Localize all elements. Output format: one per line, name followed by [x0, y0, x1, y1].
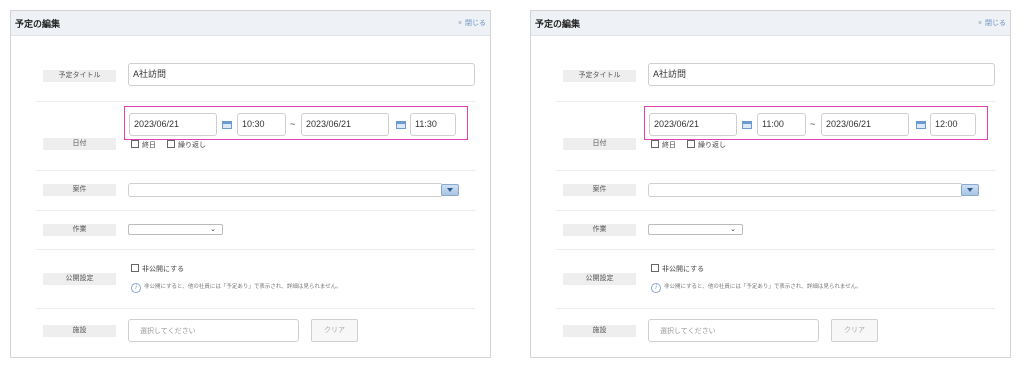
chevron-down-icon: ⌄: [210, 226, 216, 233]
repeat-checkbox[interactable]: 繰り返し: [687, 140, 726, 150]
form-row-project: 案件: [36, 170, 475, 211]
facility-label: 施設: [563, 325, 636, 337]
private-note-text: 非公開にすると、他の社員には「予定あり」で表示され、詳細は見られません。: [664, 284, 862, 290]
close-icon: ×: [977, 20, 982, 27]
clear-button[interactable]: クリア: [311, 319, 358, 342]
title-label: 予定タイトル: [563, 70, 636, 82]
repeat-label: 繰り返し: [178, 142, 206, 149]
allday-checkbox[interactable]: 終日: [651, 140, 676, 150]
form-row-work: 作業 ⌄: [556, 210, 995, 250]
allday-checkbox[interactable]: 終日: [131, 140, 156, 150]
repeat-label: 繰り返し: [698, 142, 726, 149]
facility-label: 施設: [43, 325, 116, 337]
date-highlight: [124, 106, 468, 140]
checkbox-icon[interactable]: [687, 140, 695, 148]
edit-dialog-after: 予定の編集 × 閉じる 予定タイトル A社訪問 日付 2023/06/21 11:…: [530, 10, 1011, 358]
dialog-titlebar: 予定の編集 × 閉じる: [531, 11, 1010, 36]
allday-label: 終日: [142, 142, 156, 149]
private-checkbox[interactable]: 非公開にする: [651, 264, 704, 274]
visibility-label: 公開設定: [563, 273, 636, 285]
chevron-down-icon[interactable]: [441, 184, 459, 196]
dialog-title: 予定の編集: [15, 19, 61, 29]
facility-placeholder: 選択してください: [140, 328, 196, 335]
title-input[interactable]: A社訪問: [128, 63, 475, 86]
private-checkbox[interactable]: 非公開にする: [131, 264, 184, 274]
work-label: 作業: [43, 224, 116, 236]
private-note-text: 非公開にすると、他の社員には「予定あり」で表示され、詳細は見られません。: [144, 284, 342, 290]
form-row-visibility: 公開設定 非公開にする i 非公開にすると、他の社員には「予定あり」で表示され、詳…: [36, 249, 475, 309]
form-row-title: 予定タイトル A社訪問: [36, 53, 475, 102]
facility-input[interactable]: 選択してください: [648, 319, 819, 342]
visibility-label: 公開設定: [43, 273, 116, 285]
form-row-title: 予定タイトル A社訪問: [556, 53, 995, 102]
work-select[interactable]: ⌄: [128, 224, 223, 235]
title-label: 予定タイトル: [43, 70, 116, 82]
project-label: 案件: [563, 184, 636, 196]
date-label: 日付: [563, 138, 636, 150]
close-label: 閉じる: [985, 20, 1006, 27]
dialog-title: 予定の編集: [535, 19, 581, 29]
title-input[interactable]: A社訪問: [648, 63, 995, 86]
project-label: 案件: [43, 184, 116, 196]
facility-placeholder: 選択してください: [660, 328, 716, 335]
close-label: 閉じる: [465, 20, 486, 27]
work-label: 作業: [563, 224, 636, 236]
close-button[interactable]: × 閉じる: [978, 18, 1006, 28]
date-label: 日付: [43, 138, 116, 150]
checkbox-icon[interactable]: [651, 140, 659, 148]
date-highlight: [644, 106, 988, 140]
repeat-checkbox[interactable]: 繰り返し: [167, 140, 206, 150]
facility-input[interactable]: 選択してください: [128, 319, 299, 342]
checkbox-icon[interactable]: [131, 264, 139, 272]
private-label: 非公開にする: [142, 266, 185, 273]
form-row-work: 作業 ⌄: [36, 210, 475, 250]
info-icon: i: [131, 283, 141, 293]
project-select[interactable]: [128, 183, 443, 197]
chevron-down-icon: ⌄: [730, 226, 736, 233]
allday-label: 終日: [662, 142, 676, 149]
dialog-titlebar: 予定の編集 × 閉じる: [11, 11, 490, 36]
clear-button[interactable]: クリア: [831, 319, 878, 342]
form-row-facility: 施設 選択してください クリア: [36, 308, 475, 352]
project-select[interactable]: [648, 183, 963, 197]
close-icon: ×: [457, 20, 462, 27]
work-select[interactable]: ⌄: [648, 224, 743, 235]
private-note: i 非公開にすると、他の社員には「予定あり」で表示され、詳細は見られません。: [651, 282, 862, 293]
form-row-project: 案件: [556, 170, 995, 211]
checkbox-icon[interactable]: [167, 140, 175, 148]
close-button[interactable]: × 閉じる: [458, 18, 486, 28]
checkbox-icon[interactable]: [651, 264, 659, 272]
edit-dialog-before: 予定の編集 × 閉じる 予定タイトル A社訪問 日付 2023/06/21 10:…: [10, 10, 491, 358]
chevron-down-icon[interactable]: [961, 184, 979, 196]
info-icon: i: [651, 283, 661, 293]
form-row-visibility: 公開設定 非公開にする i 非公開にすると、他の社員には「予定あり」で表示され、詳…: [556, 249, 995, 309]
checkbox-icon[interactable]: [131, 140, 139, 148]
private-label: 非公開にする: [662, 266, 705, 273]
form-row-facility: 施設 選択してください クリア: [556, 308, 995, 352]
private-note: i 非公開にすると、他の社員には「予定あり」で表示され、詳細は見られません。: [131, 282, 342, 293]
